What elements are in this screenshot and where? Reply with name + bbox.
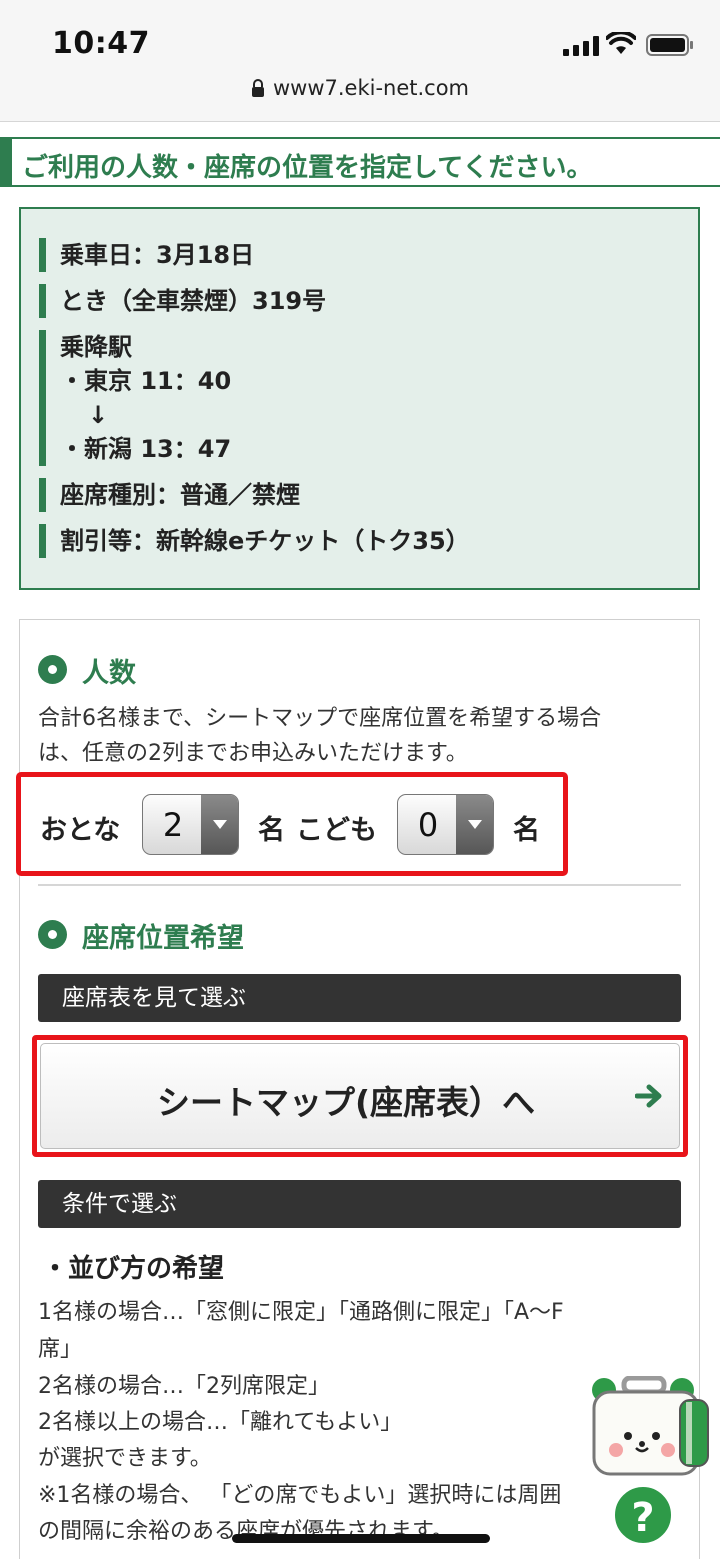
train-name: とき（全車禁煙）319号	[39, 284, 326, 318]
adult-label: おとな	[40, 815, 121, 846]
cellular-signal-icon	[563, 36, 599, 56]
arrangement-line: 2名様の場合…「2列席限定」	[38, 1374, 330, 1399]
stations-label: 乗降駅	[60, 333, 132, 361]
arrangement-line: ※1名様の場合、 「どの席でもよい」選択時には周囲	[38, 1483, 562, 1508]
child-label: こども	[296, 815, 377, 846]
url-text: www7.eki-net.com	[272, 76, 470, 100]
arrangement-line: が選択できます。	[38, 1446, 212, 1471]
arrangement-line: 2名様以上の場合…「離れてもよい」	[38, 1410, 403, 1435]
passengers-desc-line2: は、任意の2列までお申込みいただけます。	[38, 741, 468, 766]
lock-icon	[251, 79, 264, 97]
seat-map-section-bar: 座席表を見て選ぶ	[38, 974, 681, 1022]
help-button[interactable]: ?	[612, 1484, 674, 1546]
home-indicator	[232, 1534, 490, 1543]
adult-count-value: 2	[162, 806, 184, 844]
departure-station: ・東京 11：40	[60, 367, 232, 395]
status-bar: 10:47 www7.eki-net.com	[0, 0, 720, 122]
arrangement-line: の間隔に余裕のある座席が優先されます。	[38, 1519, 454, 1544]
stations-block: 乗降駅 ・東京 11：40 ↓ ・新潟 13：47	[39, 330, 231, 466]
wifi-icon	[606, 32, 636, 54]
direction-arrow: ↓	[88, 401, 109, 429]
child-unit: 名	[513, 815, 540, 846]
discount-type: 割引等：新幹線eチケット（トク35）	[39, 524, 470, 558]
address-bar[interactable]: www7.eki-net.com	[0, 76, 720, 100]
boarding-date: 乗車日：3月18日	[39, 238, 254, 272]
page-heading-text: ご利用の人数・座席の位置を指定してください。	[22, 153, 593, 183]
passengers-bullet-icon	[38, 655, 67, 684]
arrow-right-icon	[635, 1084, 662, 1108]
child-count-value: 0	[417, 806, 439, 844]
passengers-desc-line1: 合計6名様まで、シートマップで座席位置を希望する場合	[38, 706, 602, 731]
adult-unit: 名	[258, 815, 285, 846]
arrangement-line: 1名様の場合…「窓側に限定」「通路側に限定」「A〜F	[38, 1300, 564, 1325]
section-divider	[38, 884, 681, 886]
battery-icon	[646, 34, 693, 56]
journey-info-box: 乗車日：3月18日 とき（全車禁煙）319号 乗降駅 ・東京 11：40 ↓ ・…	[19, 207, 700, 590]
seat-map-button-label: シートマップ(座席表）へ	[156, 1083, 536, 1122]
seat-position-bullet-icon	[38, 920, 67, 949]
arrival-station: ・新潟 13：47	[60, 435, 232, 463]
passengers-title: 人数	[82, 658, 136, 689]
arrangement-line: 席」	[38, 1337, 83, 1362]
seat-map-button[interactable]: シートマップ(座席表）へ	[40, 1043, 680, 1149]
arrangement-title: ・並び方の希望	[42, 1254, 225, 1284]
adult-count-select[interactable]: 2	[142, 794, 239, 855]
status-time: 10:47	[52, 26, 150, 61]
dropdown-arrow-icon	[456, 795, 493, 854]
condition-section-bar: 条件で選ぶ	[38, 1180, 681, 1228]
child-count-select[interactable]: 0	[397, 794, 494, 855]
seat-type: 座席種別：普通／禁煙	[39, 478, 300, 512]
dropdown-arrow-icon	[201, 795, 238, 854]
mascot-suitcase-icon[interactable]	[588, 1376, 712, 1488]
seat-position-title: 座席位置希望	[82, 923, 244, 954]
page-heading: ご利用の人数・座席の位置を指定してください。	[0, 137, 720, 187]
